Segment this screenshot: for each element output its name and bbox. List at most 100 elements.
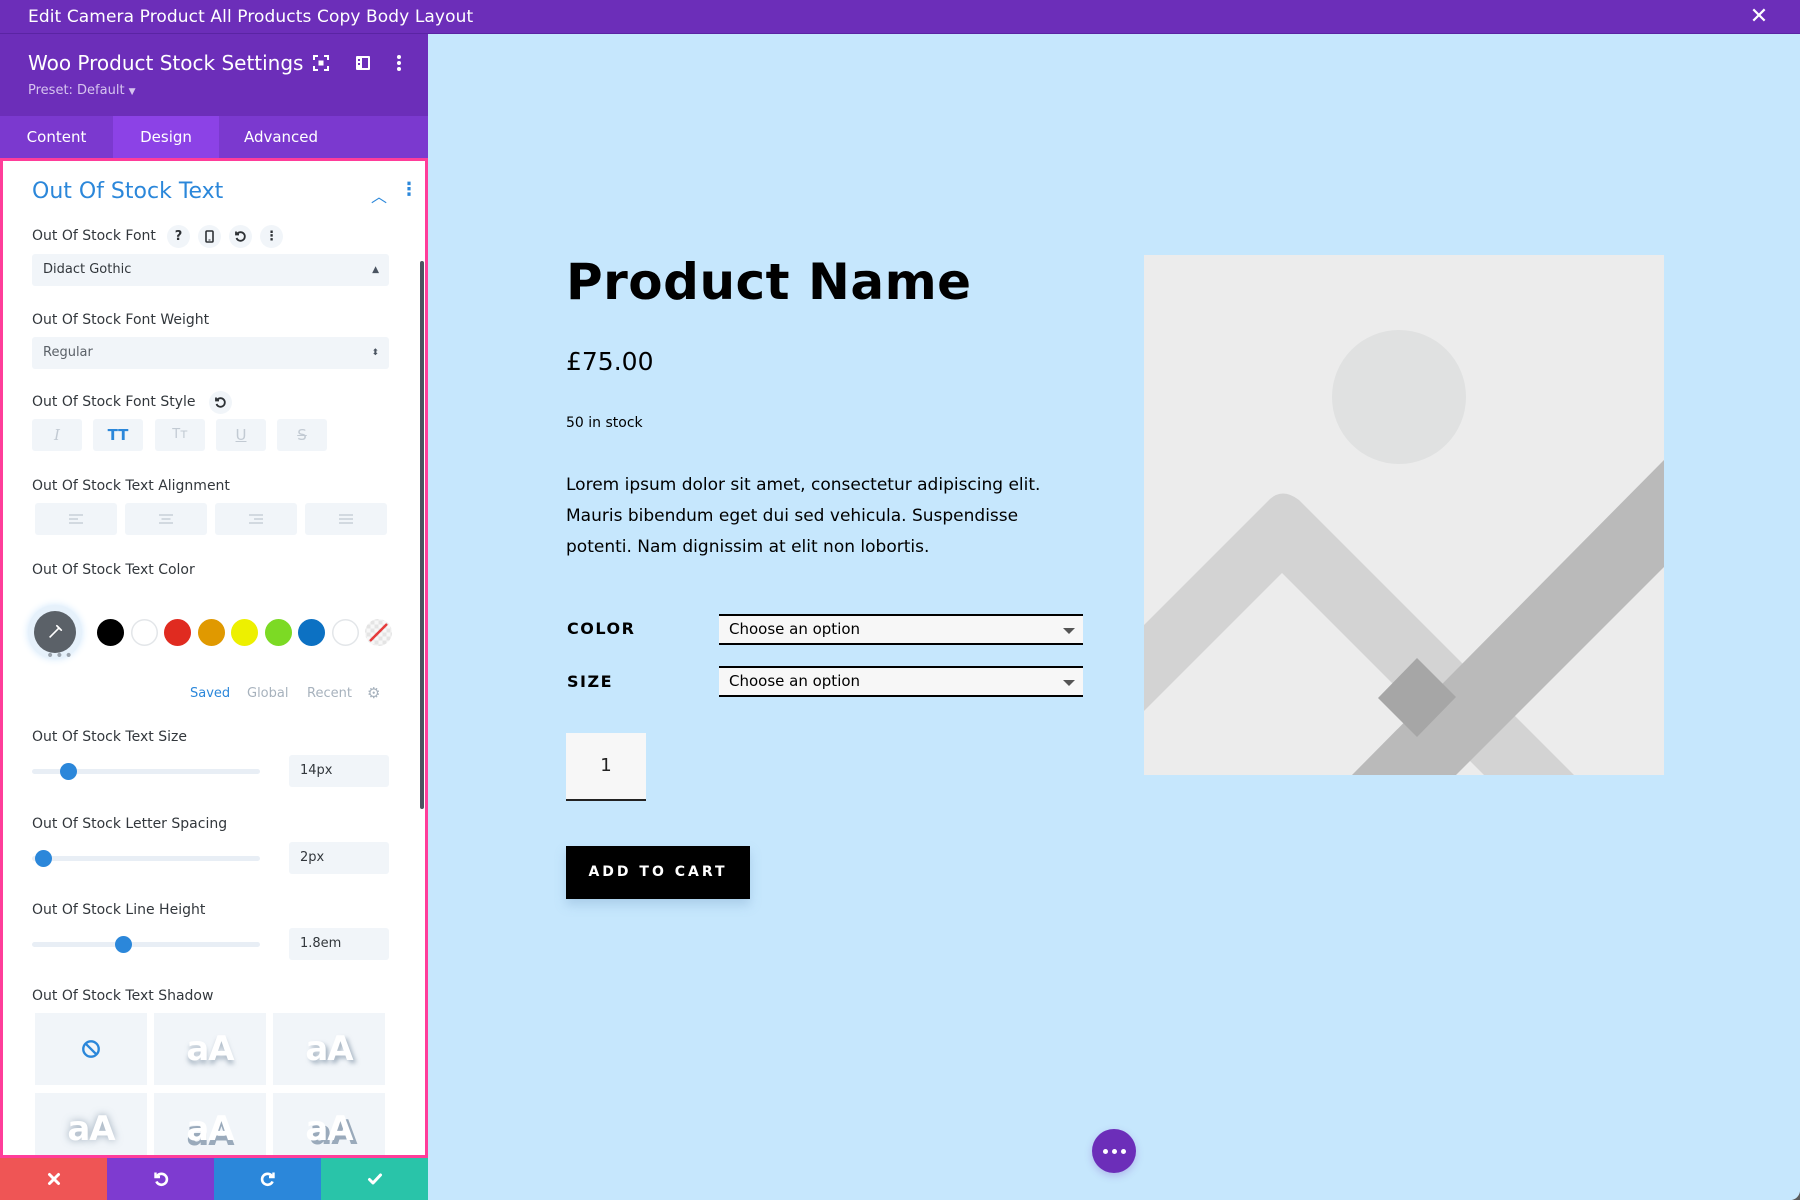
tab-content[interactable]: Content — [0, 116, 113, 158]
dot — [1120, 1148, 1126, 1154]
text-size-label: Out Of Stock Text Size — [32, 729, 187, 745]
color-swatch[interactable] — [130, 619, 158, 646]
page-settings-button[interactable] — [1092, 1129, 1136, 1173]
line-height-label: Out Of Stock Line Height — [32, 902, 206, 918]
section-more-icon[interactable]: ⋮ — [400, 181, 418, 199]
font-weight-label: Out Of Stock Font Weight — [32, 312, 210, 328]
dot — [1102, 1148, 1108, 1154]
font-weight-value: Regular — [43, 345, 93, 360]
font-style-label: Out Of Stock Font Style — [32, 394, 196, 410]
color-swatch[interactable] — [264, 619, 292, 646]
dropdown-arrow-icon — [1063, 628, 1075, 634]
no-shadow-icon — [82, 1040, 100, 1058]
add-to-cart-button[interactable]: ADD TO CART — [566, 846, 750, 899]
color-swatch[interactable] — [164, 619, 191, 646]
caret-down-icon: ▼ — [128, 87, 136, 97]
size-select[interactable]: Choose an option — [719, 666, 1083, 697]
check-icon — [367, 1173, 382, 1185]
quantity-input[interactable]: 1 — [566, 733, 646, 801]
slider-thumb[interactable] — [115, 936, 133, 953]
product-image-placeholder — [1144, 255, 1664, 775]
image-placeholder-icon — [1144, 255, 1664, 775]
product-stock[interactable]: 50 in stock — [566, 415, 643, 431]
more-icon[interactable]: ⋮ — [260, 225, 283, 248]
text-shadow-label: Out Of Stock Text Shadow — [32, 988, 214, 1004]
font-value: Didact Gothic — [43, 262, 132, 277]
save-button[interactable] — [321, 1158, 428, 1200]
tab-design[interactable]: Design — [113, 116, 219, 158]
alignment-buttons — [35, 503, 390, 535]
shadow-none-option[interactable] — [35, 1013, 147, 1085]
color-tab-global[interactable]: Global — [247, 686, 288, 701]
uppercase-button[interactable]: TT — [93, 419, 143, 451]
small-caps-button[interactable]: Tт — [155, 419, 205, 451]
reset-icon[interactable] — [209, 391, 232, 414]
select-arrows-icon: ⬍ — [371, 348, 379, 358]
window-title: Edit Camera Product All Products Copy Bo… — [28, 7, 474, 27]
settings-panel: Out Of Stock Text ︿ ⋮ Out Of Stock Font … — [0, 158, 428, 1158]
undo-button[interactable] — [107, 1158, 214, 1200]
color-swatch[interactable] — [298, 619, 325, 646]
chevron-up-icon[interactable]: ︿ — [371, 183, 387, 207]
dropdown-arrow-icon — [1063, 680, 1075, 686]
color-swatch[interactable] — [331, 619, 359, 646]
align-center-button[interactable] — [125, 503, 207, 535]
preset-selector[interactable]: Preset: Default ▼ — [28, 83, 135, 98]
redo-button[interactable] — [214, 1158, 321, 1200]
preset-label: Preset: Default — [28, 83, 125, 98]
color-tab-recent[interactable]: Recent — [307, 686, 352, 701]
responsive-icon[interactable] — [198, 225, 221, 248]
align-left-button[interactable] — [35, 503, 117, 535]
builder-window: Edit Camera Product All Products Copy Bo… — [0, 0, 1800, 1200]
text-size-input[interactable]: 14px — [289, 755, 389, 787]
font-select[interactable]: Didact Gothic ▲ — [32, 254, 389, 286]
line-height-slider[interactable] — [32, 936, 260, 953]
underline-button[interactable]: U — [216, 419, 266, 451]
fullscreen-icon[interactable] — [310, 52, 332, 74]
discard-button[interactable] — [0, 1158, 107, 1200]
text-alignment-label: Out Of Stock Text Alignment — [32, 478, 230, 494]
more-colors-icon[interactable]: ••• — [46, 648, 74, 664]
color-swatch[interactable] — [231, 619, 258, 646]
shadow-option-3[interactable]: aA — [35, 1093, 147, 1155]
color-tab-saved[interactable]: Saved — [190, 686, 230, 701]
shadow-option-2[interactable]: aA — [273, 1013, 385, 1085]
help-icon[interactable]: ? — [167, 225, 190, 248]
shadow-option-5[interactable]: aA — [273, 1093, 385, 1155]
slider-thumb[interactable] — [35, 850, 53, 867]
undo-icon — [153, 1172, 168, 1187]
title-bar: Edit Camera Product All Products Copy Bo… — [0, 0, 1800, 34]
color-swatch[interactable] — [97, 619, 124, 646]
align-justify-button[interactable] — [305, 503, 387, 535]
font-weight-select[interactable]: Regular ⬍ — [32, 337, 389, 369]
shadow-option-1[interactable]: aA — [154, 1013, 266, 1085]
font-style-buttons: I TT Tт U S — [32, 419, 332, 451]
align-right-button[interactable] — [215, 503, 297, 535]
section-title: Out Of Stock Text — [32, 179, 224, 204]
letter-spacing-input[interactable]: 2px — [289, 842, 389, 874]
color-select[interactable]: Choose an option — [719, 614, 1083, 645]
strikethrough-button[interactable]: S — [277, 419, 327, 451]
close-icon[interactable]: ✕ — [1748, 6, 1770, 28]
size-select-value: Choose an option — [729, 672, 861, 690]
font-label-icons: ? ⋮ — [167, 225, 283, 248]
italic-button[interactable]: I — [32, 419, 82, 451]
shadow-option-4[interactable]: aA — [154, 1093, 266, 1155]
gear-icon[interactable]: ⚙ — [367, 684, 380, 702]
color-swatch[interactable] — [197, 619, 225, 646]
color-attribute-label: COLOR — [567, 619, 636, 638]
tab-advanced[interactable]: Advanced — [219, 116, 343, 158]
letter-spacing-slider[interactable] — [32, 850, 260, 867]
sidebar-header: Woo Product Stock Settings Preset: Defau… — [0, 34, 428, 116]
text-size-slider[interactable] — [32, 763, 260, 780]
letter-spacing-label: Out Of Stock Letter Spacing — [32, 816, 228, 832]
sidebar-scrollbar[interactable] — [420, 261, 424, 809]
swatch-transparent[interactable] — [365, 619, 392, 646]
more-vertical-icon[interactable] — [388, 52, 410, 74]
product-name: Product Name — [566, 253, 972, 311]
reset-icon[interactable] — [229, 225, 252, 248]
slider-thumb[interactable] — [60, 763, 78, 780]
text-color-label: Out Of Stock Text Color — [32, 562, 195, 578]
split-view-icon[interactable] — [352, 52, 374, 74]
line-height-input[interactable]: 1.8em — [289, 928, 389, 960]
